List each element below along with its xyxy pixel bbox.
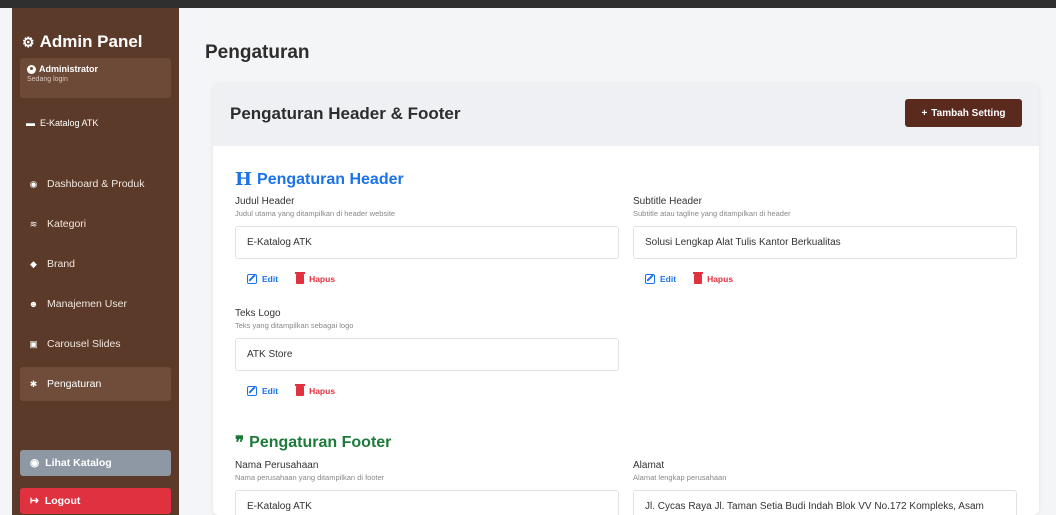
header-section-title: H Pengaturan Header <box>235 169 404 190</box>
view-catalog-button[interactable]: ◉ Lihat Katalog <box>20 450 171 476</box>
logout-icon: ↦ <box>30 495 39 507</box>
edit-label: Edit <box>262 386 279 396</box>
field-label: Judul Header <box>235 196 295 207</box>
image-icon: ▣ <box>29 338 38 349</box>
field-value[interactable]: E-Katalog ATK <box>235 226 619 259</box>
trash-icon <box>693 272 704 284</box>
delete-label: Hapus <box>707 274 734 284</box>
edit-icon <box>247 274 257 284</box>
field-label: Subtitle Header <box>633 196 702 207</box>
footer-section-title: ❞ Pengaturan Footer <box>235 433 391 453</box>
gear-icon: ✱ <box>29 378 38 389</box>
sidebar-item-label: Dashboard & Produk <box>47 177 145 190</box>
field-hint: Teks yang ditampilkan sebagai logo <box>235 321 354 330</box>
sidebar-item-label: Manajemen User <box>47 298 127 310</box>
field-value[interactable]: E-Katalog ATK <box>235 490 619 515</box>
user-circle-icon <box>27 64 36 74</box>
view-catalog-label: Lihat Katalog <box>45 457 112 469</box>
catalog-link-label: E-Katalog ATK <box>40 118 99 128</box>
sidebar-item-carousel-slides[interactable]: ▣ Carousel Slides <box>20 324 171 364</box>
logout-button[interactable]: ↦ Logout <box>20 488 171 514</box>
layers-icon: ≋ <box>29 218 38 229</box>
edit-label: Edit <box>262 274 279 284</box>
footer-section-label: Pengaturan Footer <box>249 434 392 451</box>
trash-icon <box>295 272 306 284</box>
user-name: Administrator <box>39 64 99 74</box>
judul-header-actions: Edit Hapus <box>247 272 336 284</box>
sidebar-item-dashboard[interactable]: ◉ Dashboard & Produk <box>20 164 171 204</box>
field-value[interactable]: Solusi Lengkap Alat Tulis Kantor Berkual… <box>633 226 1017 259</box>
delete-label: Hapus <box>309 274 336 284</box>
page-title: Pengaturan <box>205 42 310 63</box>
edit-button[interactable]: Edit <box>247 274 278 284</box>
plus-icon: + <box>921 107 928 119</box>
edit-button[interactable]: Edit <box>247 386 278 396</box>
users-icon: ☻ <box>28 299 39 309</box>
edit-icon <box>247 386 257 396</box>
trash-icon <box>295 384 306 396</box>
teks-logo-field: Teks Logo Teks yang ditampilkan sebagai … <box>235 308 619 371</box>
user-status: Sedang login <box>27 76 68 83</box>
subtitle-header-actions: Edit Hapus <box>645 272 734 284</box>
heading-icon: H <box>235 169 253 190</box>
edit-button[interactable]: Edit <box>645 274 676 284</box>
field-hint: Judul utama yang ditampilkan di header w… <box>235 209 396 218</box>
sidebar-nav: ◉ Dashboard & Produk ≋ Kategori ◆ Brand … <box>20 164 171 401</box>
delete-button[interactable]: Hapus <box>295 384 336 396</box>
catalog-link[interactable]: ▬ E-Katalog ATK <box>25 118 98 128</box>
delete-button[interactable]: Hapus <box>693 272 734 284</box>
alamat-field: Alamat Alamat lengkap perusahaan Jl. Cyc… <box>633 460 1017 515</box>
brand-title: Admin Panel <box>39 32 143 51</box>
sidebar-item-label: Kategori <box>47 218 87 230</box>
card-title: Pengaturan Header & Footer <box>230 104 461 123</box>
field-label: Teks Logo <box>235 308 281 319</box>
field-hint: Alamat lengkap perusahaan <box>633 473 727 482</box>
field-label: Nama Perusahaan <box>235 460 319 471</box>
user-box: Administrator Sedang login <box>20 58 171 98</box>
sidebar-item-label: Brand <box>47 258 76 270</box>
sidebar-item-kategori[interactable]: ≋ Kategori <box>20 204 171 244</box>
settings-card: Pengaturan Header & Footer + Tambah Sett… <box>213 83 1039 515</box>
store-icon: ▬ <box>26 118 35 128</box>
eye-icon: ◉ <box>30 457 40 469</box>
delete-label: Hapus <box>309 386 336 396</box>
card-header: Pengaturan Header & Footer + Tambah Sett… <box>213 83 1039 146</box>
field-hint: Subtitle atau tagline yang ditampilkan d… <box>633 209 791 218</box>
gears-icon: ⚙ <box>22 33 35 50</box>
shoe-prints-icon: ❞ <box>235 433 245 452</box>
tag-icon: ◆ <box>30 258 37 269</box>
delete-button[interactable]: Hapus <box>295 272 336 284</box>
sidebar: ⚙ Admin Panel Administrator Sedang login… <box>12 8 179 515</box>
sidebar-item-label: Carousel Slides <box>47 338 121 350</box>
field-label: Alamat <box>633 460 665 471</box>
edit-icon <box>645 274 655 284</box>
field-hint: Nama perusahaan yang ditampilkan di foot… <box>235 473 385 482</box>
field-value[interactable]: Jl. Cycas Raya Jl. Taman Setia Budi Inda… <box>633 490 1017 515</box>
subtitle-header-field: Subtitle Header Subtitle atau tagline ya… <box>633 196 1017 259</box>
sidebar-item-label: Pengaturan <box>47 378 102 390</box>
top-bar <box>0 0 1056 8</box>
header-section-label: Pengaturan Header <box>257 170 404 188</box>
sidebar-brand[interactable]: ⚙ Admin Panel <box>22 32 143 52</box>
logout-label: Logout <box>44 495 81 507</box>
add-setting-label: Tambah Setting <box>931 107 1006 119</box>
nama-perusahaan-field: Nama Perusahaan Nama perusahaan yang dit… <box>235 460 619 515</box>
edit-label: Edit <box>660 274 677 284</box>
add-setting-button[interactable]: + Tambah Setting <box>905 99 1022 127</box>
judul-header-field: Judul Header Judul utama yang ditampilka… <box>235 196 619 259</box>
dashboard-icon: ◉ <box>29 178 38 189</box>
teks-logo-actions: Edit Hapus <box>247 384 336 396</box>
sidebar-item-brand[interactable]: ◆ Brand <box>20 244 171 284</box>
sidebar-item-manajemen-user[interactable]: ☻ Manajemen User <box>20 284 171 324</box>
sidebar-item-pengaturan[interactable]: ✱ Pengaturan <box>20 367 171 401</box>
field-value[interactable]: ATK Store <box>235 338 619 371</box>
